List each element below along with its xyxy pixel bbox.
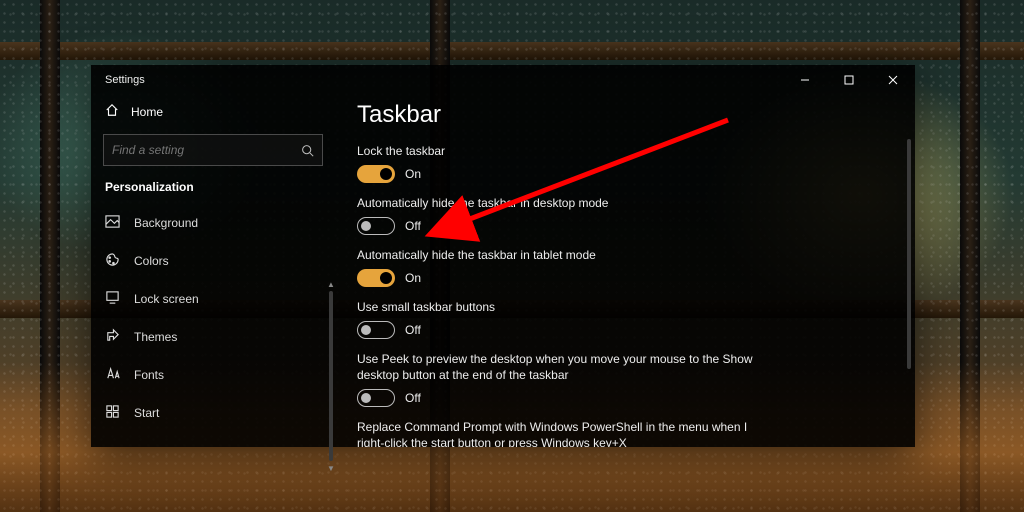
start-icon: [105, 404, 120, 422]
nav-label: Fonts: [134, 368, 164, 382]
home-link[interactable]: Home: [91, 95, 335, 130]
toggle-autohide-tablet[interactable]: [357, 269, 395, 287]
toggle-peek[interactable]: [357, 389, 395, 407]
nav-label: Background: [134, 216, 198, 230]
toggle-state: On: [405, 167, 421, 181]
nav-label: Themes: [134, 330, 177, 344]
sidebar: Home Personalization Background Colors: [91, 95, 335, 447]
fonts-icon: [105, 366, 120, 384]
nav-start[interactable]: Start: [91, 394, 335, 432]
close-button[interactable]: [871, 65, 915, 95]
category-header: Personalization: [91, 180, 335, 204]
option-small-buttons: Use small taskbar buttons Off: [357, 299, 893, 339]
sidebar-scroll-up-icon[interactable]: ▲: [327, 281, 335, 289]
nav-label: Lock screen: [134, 292, 199, 306]
home-icon: [105, 103, 119, 120]
sidebar-scrollbar[interactable]: [329, 291, 333, 461]
option-peek: Use Peek to preview the desktop when you…: [357, 351, 893, 407]
toggle-state: On: [405, 271, 421, 285]
toggle-autohide-desktop[interactable]: [357, 217, 395, 235]
page-heading: Taskbar: [357, 101, 893, 129]
option-label: Use Peek to preview the desktop when you…: [357, 351, 767, 383]
settings-window: Settings Home Personali: [91, 65, 915, 447]
option-autohide-desktop: Automatically hide the taskbar in deskto…: [357, 195, 893, 235]
home-label: Home: [131, 105, 163, 119]
nav-themes[interactable]: Themes: [91, 318, 335, 356]
search-input[interactable]: [104, 143, 292, 157]
toggle-state: Off: [405, 391, 421, 405]
nav-background[interactable]: Background: [91, 204, 335, 242]
minimize-button[interactable]: [783, 65, 827, 95]
main-scrollbar[interactable]: [907, 139, 911, 369]
search-box[interactable]: [103, 134, 323, 166]
toggle-lock-taskbar[interactable]: [357, 165, 395, 183]
option-label: Automatically hide the taskbar in tablet…: [357, 247, 767, 263]
picture-icon: [105, 214, 120, 232]
main-content: Taskbar Lock the taskbar On Automaticall…: [335, 95, 915, 447]
option-label: Replace Command Prompt with Windows Powe…: [357, 419, 767, 447]
maximize-button[interactable]: [827, 65, 871, 95]
option-lock-taskbar: Lock the taskbar On: [357, 143, 893, 183]
option-label: Automatically hide the taskbar in deskto…: [357, 195, 767, 211]
toggle-state: Off: [405, 323, 421, 337]
option-label: Use small taskbar buttons: [357, 299, 767, 315]
themes-icon: [105, 328, 120, 346]
titlebar: Settings: [91, 65, 915, 95]
nav-fonts[interactable]: Fonts: [91, 356, 335, 394]
search-icon: [292, 144, 322, 157]
sidebar-scroll-down-icon[interactable]: ▼: [327, 465, 335, 473]
option-label: Lock the taskbar: [357, 143, 767, 159]
nav-label: Start: [134, 406, 159, 420]
palette-icon: [105, 252, 120, 270]
nav-lock-screen[interactable]: Lock screen: [91, 280, 335, 318]
nav-label: Colors: [134, 254, 169, 268]
toggle-state: Off: [405, 219, 421, 233]
option-powershell: Replace Command Prompt with Windows Powe…: [357, 419, 893, 447]
nav-colors[interactable]: Colors: [91, 242, 335, 280]
lock-screen-icon: [105, 290, 120, 308]
window-title: Settings: [91, 74, 145, 86]
option-autohide-tablet: Automatically hide the taskbar in tablet…: [357, 247, 893, 287]
toggle-small-buttons[interactable]: [357, 321, 395, 339]
